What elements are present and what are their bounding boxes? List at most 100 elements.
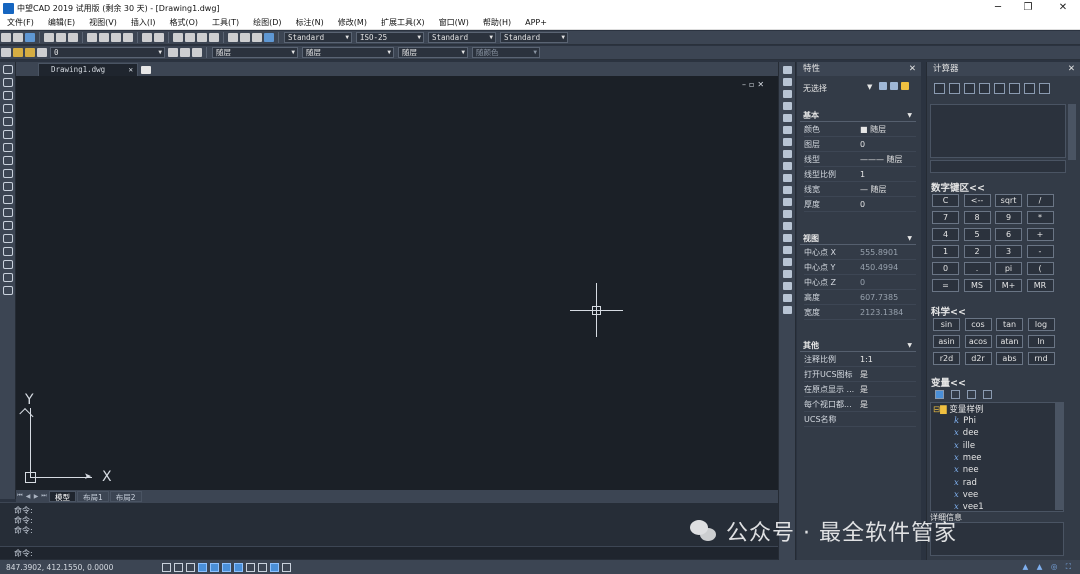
calc-key[interactable]: MS xyxy=(963,279,991,292)
ungroup-icon[interactable] xyxy=(783,294,792,302)
calc-key[interactable]: = xyxy=(932,279,959,292)
save-icon[interactable] xyxy=(25,33,35,42)
text-style-select[interactable]: Standard ▼ xyxy=(284,32,352,43)
open-file-icon[interactable] xyxy=(13,33,23,42)
layer-on-icon[interactable] xyxy=(13,48,23,57)
calc-key[interactable]: <-- xyxy=(963,194,991,207)
design-center-icon[interactable] xyxy=(240,33,250,42)
array-icon[interactable] xyxy=(783,114,792,122)
menu-view[interactable]: 视图(V) xyxy=(82,17,124,28)
calc-sci-key[interactable]: rnd xyxy=(1027,352,1055,365)
document-tab[interactable]: Drawing1.dwg ✕ xyxy=(38,63,138,76)
first-tab-icon[interactable]: ⏮ xyxy=(16,492,24,500)
property-row[interactable]: 线宽 — 随层 xyxy=(804,183,916,197)
maximize-button[interactable]: ❐ xyxy=(1013,0,1043,16)
property-value[interactable]: 0 xyxy=(860,198,865,212)
delete-variable-icon[interactable] xyxy=(967,390,976,399)
variable-item[interactable]: x vee1 xyxy=(954,502,984,512)
menu-tools[interactable]: 工具(T) xyxy=(205,17,246,28)
ellipse-arc-icon[interactable] xyxy=(3,195,13,204)
variable-item[interactable]: k Phi xyxy=(954,416,976,426)
property-row[interactable]: 线型 ——— 随层 xyxy=(804,153,916,167)
variable-item[interactable]: x dee xyxy=(954,428,979,438)
close-tab-icon[interactable]: ✕ xyxy=(128,64,133,76)
distance-icon[interactable] xyxy=(994,83,1005,94)
variable-item[interactable]: x rad xyxy=(954,478,977,488)
property-value[interactable]: ——— 随层 xyxy=(860,153,903,167)
property-value[interactable]: 是 xyxy=(860,398,868,412)
property-row[interactable]: 打开UCS图标是 xyxy=(804,368,916,382)
property-row[interactable]: 颜色 ■ 随层 xyxy=(804,123,916,137)
calc-key[interactable]: 2 xyxy=(963,245,991,258)
property-row[interactable]: 高度 607.7385 xyxy=(804,291,916,305)
quick-select-icon[interactable] xyxy=(879,82,887,90)
clear-history-icon[interactable] xyxy=(949,83,960,94)
tool-palette-icon[interactable] xyxy=(252,33,262,42)
calc-key[interactable]: / xyxy=(1026,194,1054,207)
section-2-header[interactable]: 其他 ▼ xyxy=(800,340,916,352)
calculator-input[interactable] xyxy=(930,160,1066,173)
layer-select[interactable]: 0 ▼ xyxy=(50,47,165,58)
menu-app-plus[interactable]: APP+ xyxy=(518,18,554,27)
line-tool-icon[interactable] xyxy=(3,65,13,74)
trim-icon[interactable] xyxy=(783,174,792,182)
calc-sci-key[interactable]: sin xyxy=(933,318,960,331)
join-icon[interactable] xyxy=(783,210,792,218)
insert-block-icon[interactable] xyxy=(3,208,13,217)
make-block-icon[interactable] xyxy=(3,221,13,230)
property-row[interactable]: 中心点 Z 0 xyxy=(804,276,916,290)
undo-icon[interactable] xyxy=(142,33,152,42)
layer-manager-icon[interactable] xyxy=(1,48,11,57)
snap-toggle-icon[interactable] xyxy=(161,562,171,572)
minimize-button[interactable]: ─ xyxy=(983,0,1013,16)
copy-object-icon[interactable] xyxy=(783,78,792,86)
point-icon[interactable] xyxy=(3,234,13,243)
calc-key[interactable]: . xyxy=(963,262,991,275)
numpad-heading[interactable]: 数字键区<< xyxy=(931,180,985,194)
chevron-down-icon[interactable]: ▼ xyxy=(907,233,912,245)
calc-key[interactable]: 5 xyxy=(963,228,991,241)
angle-icon[interactable] xyxy=(1009,83,1020,94)
cloud-icon[interactable] xyxy=(3,156,13,165)
layer-previous-icon[interactable] xyxy=(180,48,190,57)
chamfer-icon[interactable] xyxy=(783,222,792,230)
drawing-canvas[interactable] xyxy=(16,76,778,490)
calc-key[interactable]: ( xyxy=(1026,262,1054,275)
ortho-toggle-icon[interactable] xyxy=(185,562,195,572)
calc-sci-key[interactable]: acos xyxy=(964,335,992,348)
new-tab-icon[interactable] xyxy=(141,66,151,74)
chevron-down-icon[interactable]: ▼ xyxy=(907,340,912,352)
rectangle-icon[interactable] xyxy=(3,117,13,126)
calc-key[interactable]: pi xyxy=(995,262,1022,275)
property-row[interactable]: 线型比例 1 xyxy=(804,168,916,182)
property-value[interactable]: 是 xyxy=(860,383,868,397)
menu-extensions[interactable]: 扩展工具(X) xyxy=(374,17,432,28)
next-tab-icon[interactable]: ▶ xyxy=(32,493,40,500)
calc-sci-key[interactable]: atan xyxy=(996,335,1023,348)
calc-key[interactable]: C xyxy=(932,194,959,207)
offset-icon[interactable] xyxy=(783,102,792,110)
section-1-header[interactable]: 视图 ▼ xyxy=(800,233,916,245)
preview-icon[interactable] xyxy=(56,33,66,42)
layer-states-icon[interactable] xyxy=(192,48,202,57)
menu-edit[interactable]: 编辑(E) xyxy=(41,17,82,28)
cut-icon[interactable] xyxy=(87,33,97,42)
publish-icon[interactable] xyxy=(68,33,78,42)
close-icon[interactable]: ✕ xyxy=(1068,62,1075,76)
chevron-down-icon[interactable]: ▼ xyxy=(867,83,872,91)
redo-icon[interactable] xyxy=(154,33,164,42)
calc-help-icon[interactable] xyxy=(1039,83,1050,94)
menu-modify[interactable]: 修改(M) xyxy=(331,17,374,28)
calc-sci-key[interactable]: asin xyxy=(933,335,960,348)
prev-tab-icon[interactable]: ◀ xyxy=(24,493,32,500)
calc-sci-key[interactable]: d2r xyxy=(964,352,992,365)
hatch-icon[interactable] xyxy=(3,247,13,256)
close-icon[interactable]: ✕ xyxy=(909,62,916,76)
calc-key[interactable]: 0 xyxy=(932,262,959,275)
property-value[interactable]: ■ 随层 xyxy=(860,123,886,137)
variables-scrollbar[interactable] xyxy=(1055,403,1063,510)
mtext-icon[interactable] xyxy=(3,286,13,295)
clear-icon[interactable] xyxy=(934,83,945,94)
layer-freeze-icon[interactable] xyxy=(25,48,35,57)
match-properties-icon[interactable] xyxy=(123,33,133,42)
